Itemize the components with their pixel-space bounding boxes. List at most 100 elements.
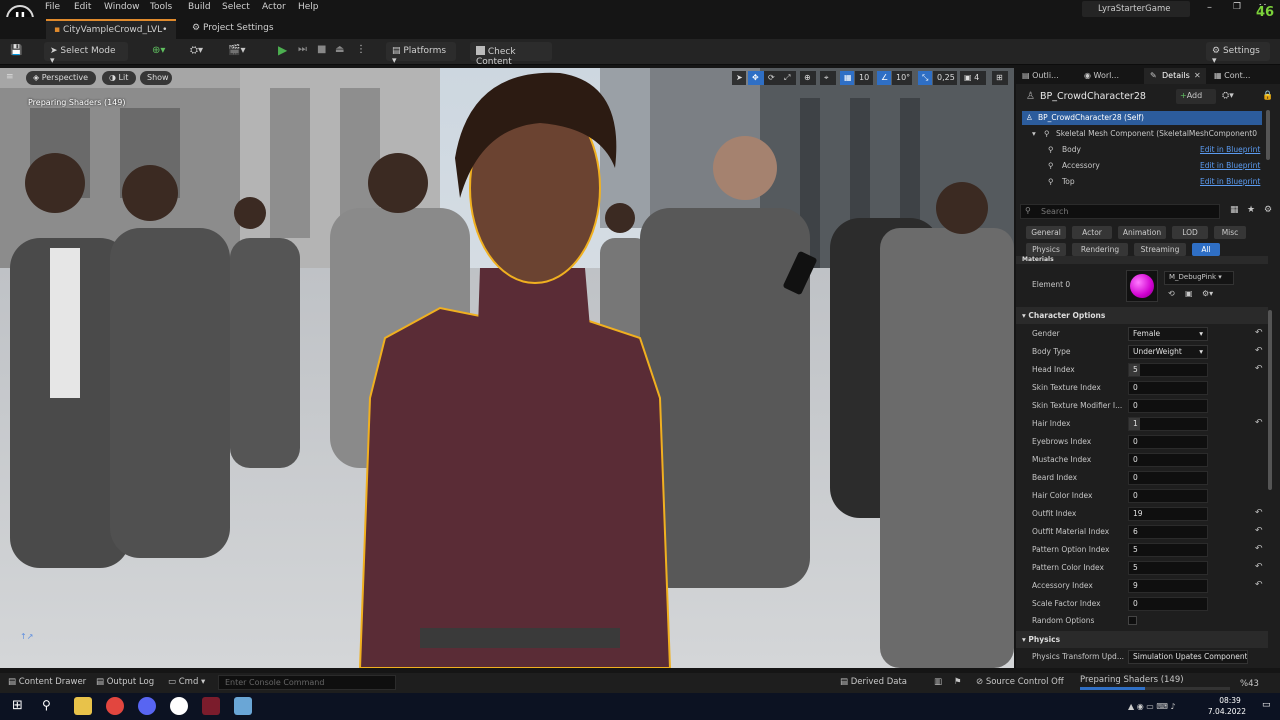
reset-to-default-icon[interactable]: ↶ xyxy=(1255,418,1263,428)
menu-select[interactable]: Select xyxy=(222,2,250,12)
physics-transform-dropdown[interactable]: Simulation Upates Component ▾ xyxy=(1128,650,1248,664)
lock-icon[interactable]: 🔒 xyxy=(1262,91,1273,101)
file-explorer-icon[interactable] xyxy=(74,697,92,715)
world-space-icon[interactable]: ⊕ xyxy=(800,71,816,85)
reset-to-default-icon[interactable]: ↶ xyxy=(1255,544,1263,554)
scale-snap-icon[interactable]: ⤡ xyxy=(918,71,932,85)
property-field[interactable]: 5 xyxy=(1128,561,1208,575)
category-character-options[interactable]: ▾ Character Options xyxy=(1016,307,1268,324)
menu-tools[interactable]: Tools xyxy=(150,2,172,12)
scale-snap-value[interactable]: 0,25 xyxy=(933,71,957,85)
maximize-icon[interactable]: ❐ xyxy=(1233,2,1241,12)
reset-to-default-icon[interactable]: ↶ xyxy=(1255,346,1263,356)
rotation-snap-icon[interactable]: ∠ xyxy=(877,71,891,85)
camera-speed[interactable]: ▣ 4 xyxy=(960,71,986,85)
reset-to-default-icon[interactable]: ↶ xyxy=(1255,580,1263,590)
property-field[interactable]: 5 xyxy=(1128,543,1208,557)
material-dropdown[interactable]: M_DebugPink ▾ xyxy=(1164,271,1234,285)
notepad-icon[interactable] xyxy=(234,697,252,715)
material-options-icon[interactable]: ⚙▾ xyxy=(1202,289,1213,298)
filter-general[interactable]: General xyxy=(1026,226,1066,239)
rotate-tool-icon[interactable]: ⟳ xyxy=(764,71,780,85)
edit-in-blueprint-link[interactable]: Edit in Blueprint xyxy=(1200,177,1260,186)
category-physics[interactable]: ▾ Physics xyxy=(1016,631,1268,648)
app-r-icon[interactable] xyxy=(202,697,220,715)
component-child-row[interactable]: ⚲ Accessory Edit in Blueprint xyxy=(1022,159,1262,173)
property-field[interactable]: 0 xyxy=(1128,597,1208,611)
component-tree-scrollbar[interactable] xyxy=(1266,110,1270,160)
reset-to-default-icon[interactable]: ↶ xyxy=(1255,328,1263,338)
expand-arrow-icon[interactable]: ▾ xyxy=(1032,129,1036,138)
source-control-button[interactable]: ⊘ Source Control Off xyxy=(976,677,1064,687)
tab-details[interactable]: ✎ Details ✕ xyxy=(1144,68,1206,84)
property-field[interactable]: 0 xyxy=(1128,399,1208,413)
trace-icon[interactable]: ▥ xyxy=(934,677,942,687)
stop-icon[interactable]: ■ xyxy=(317,44,326,55)
eject-icon[interactable]: ⏏ xyxy=(335,44,344,55)
filter-actor[interactable]: Actor xyxy=(1072,226,1112,239)
tab-project-settings[interactable]: ⚙ Project Settings xyxy=(184,19,284,39)
component-child-row[interactable]: ⚲ Top Edit in Blueprint xyxy=(1022,175,1262,189)
show-button[interactable]: Show xyxy=(140,71,172,85)
hamburger-icon[interactable]: ≡ xyxy=(6,72,14,82)
use-selected-icon[interactable]: ⟲ xyxy=(1168,289,1175,298)
add-component-button[interactable]: +Add xyxy=(1176,89,1216,104)
component-child-row[interactable]: ⚲ Body Edit in Blueprint xyxy=(1022,143,1262,157)
notification-center-icon[interactable]: ▭ xyxy=(1262,700,1271,710)
lit-button[interactable]: ◑ Lit xyxy=(102,71,136,85)
platforms-dropdown[interactable]: ▤ Platforms ▾ xyxy=(386,42,456,66)
derived-data-button[interactable]: ▤ Derived Data xyxy=(840,677,907,687)
menu-help[interactable]: Help xyxy=(298,2,319,12)
console-command-input[interactable]: Enter Console Command xyxy=(218,675,396,690)
tab-level[interactable]: ▪ CityVampleCrowd_LVL• xyxy=(46,19,176,39)
scale-tool-icon[interactable]: ⤢ xyxy=(780,71,796,85)
filter-streaming[interactable]: Streaming xyxy=(1134,243,1186,256)
cinematics-icon[interactable]: 🎬▾ xyxy=(228,45,245,56)
perspective-button[interactable]: ◈ Perspective xyxy=(26,71,96,85)
step-icon[interactable]: ⏭ xyxy=(298,44,307,55)
random-options-checkbox[interactable] xyxy=(1128,616,1137,625)
reset-to-default-icon[interactable]: ↶ xyxy=(1255,364,1263,374)
level-viewport[interactable] xyxy=(0,68,1014,668)
property-field[interactable]: 9 xyxy=(1128,579,1208,593)
save-icon[interactable]: 💾 xyxy=(10,45,22,56)
edit-in-blueprint-link[interactable]: Edit in Blueprint xyxy=(1200,161,1260,170)
select-tool-icon[interactable]: ➤ xyxy=(732,71,746,85)
windows-start-icon[interactable]: ⊞ xyxy=(12,698,23,713)
blueprint-icon[interactable]: ⛭▾ xyxy=(190,45,203,56)
tab-close-icon[interactable]: ✕ xyxy=(1194,71,1201,80)
property-field[interactable]: 0 xyxy=(1128,471,1208,485)
property-slider[interactable]: 1 xyxy=(1128,417,1208,431)
reset-to-default-icon[interactable]: ↶ xyxy=(1255,526,1263,536)
surface-snap-icon[interactable]: ⌖ xyxy=(820,71,836,85)
filter-physics[interactable]: Physics xyxy=(1026,243,1066,256)
menu-window[interactable]: Window xyxy=(104,2,140,12)
unreal-taskbar-icon[interactable] xyxy=(170,697,188,715)
tab-world[interactable]: ◉ Worl... xyxy=(1084,71,1119,80)
component-skeletal-row[interactable]: ▾ ⚲ Skeletal Mesh Component (SkeletalMes… xyxy=(1022,127,1262,141)
filter-all[interactable]: All xyxy=(1192,243,1220,256)
notifications-icon[interactable]: ⚑ xyxy=(954,677,962,687)
discord-icon[interactable] xyxy=(138,697,156,715)
property-field[interactable]: 0 xyxy=(1128,381,1208,395)
reset-to-default-icon[interactable]: ↶ xyxy=(1255,562,1263,572)
grid-snap-value[interactable]: 10 xyxy=(855,71,873,85)
property-dropdown[interactable]: Female ▾ xyxy=(1128,327,1208,341)
table-view-icon[interactable]: ▦ xyxy=(1230,205,1239,215)
material-thumbnail[interactable] xyxy=(1126,270,1158,302)
property-slider[interactable]: 5 xyxy=(1128,363,1208,377)
add-actor-icon[interactable]: ⊕▾ xyxy=(152,45,165,56)
category-materials[interactable]: Materials xyxy=(1016,256,1268,264)
menu-edit[interactable]: Edit xyxy=(74,2,91,12)
property-dropdown[interactable]: UnderWeight ▾ xyxy=(1128,345,1208,359)
system-tray-icon[interactable]: ▲ ◉ ▭ ⌨ ♪ xyxy=(1128,702,1176,711)
filter-rendering[interactable]: Rendering xyxy=(1072,243,1128,256)
filter-misc[interactable]: Misc xyxy=(1214,226,1246,239)
search-taskbar-icon[interactable]: ⚲ xyxy=(42,698,51,712)
translate-tool-icon[interactable]: ✥ xyxy=(748,71,764,85)
tab-content[interactable]: ▦ Cont... xyxy=(1214,71,1250,80)
rotation-snap-value[interactable]: 10° xyxy=(892,71,912,85)
select-mode-dropdown[interactable]: ➤ Select Mode ▾ xyxy=(44,42,128,66)
component-self-row[interactable]: ♙ BP_CrowdCharacter28 (Self) xyxy=(1022,111,1262,125)
property-field[interactable]: 0 xyxy=(1128,489,1208,503)
